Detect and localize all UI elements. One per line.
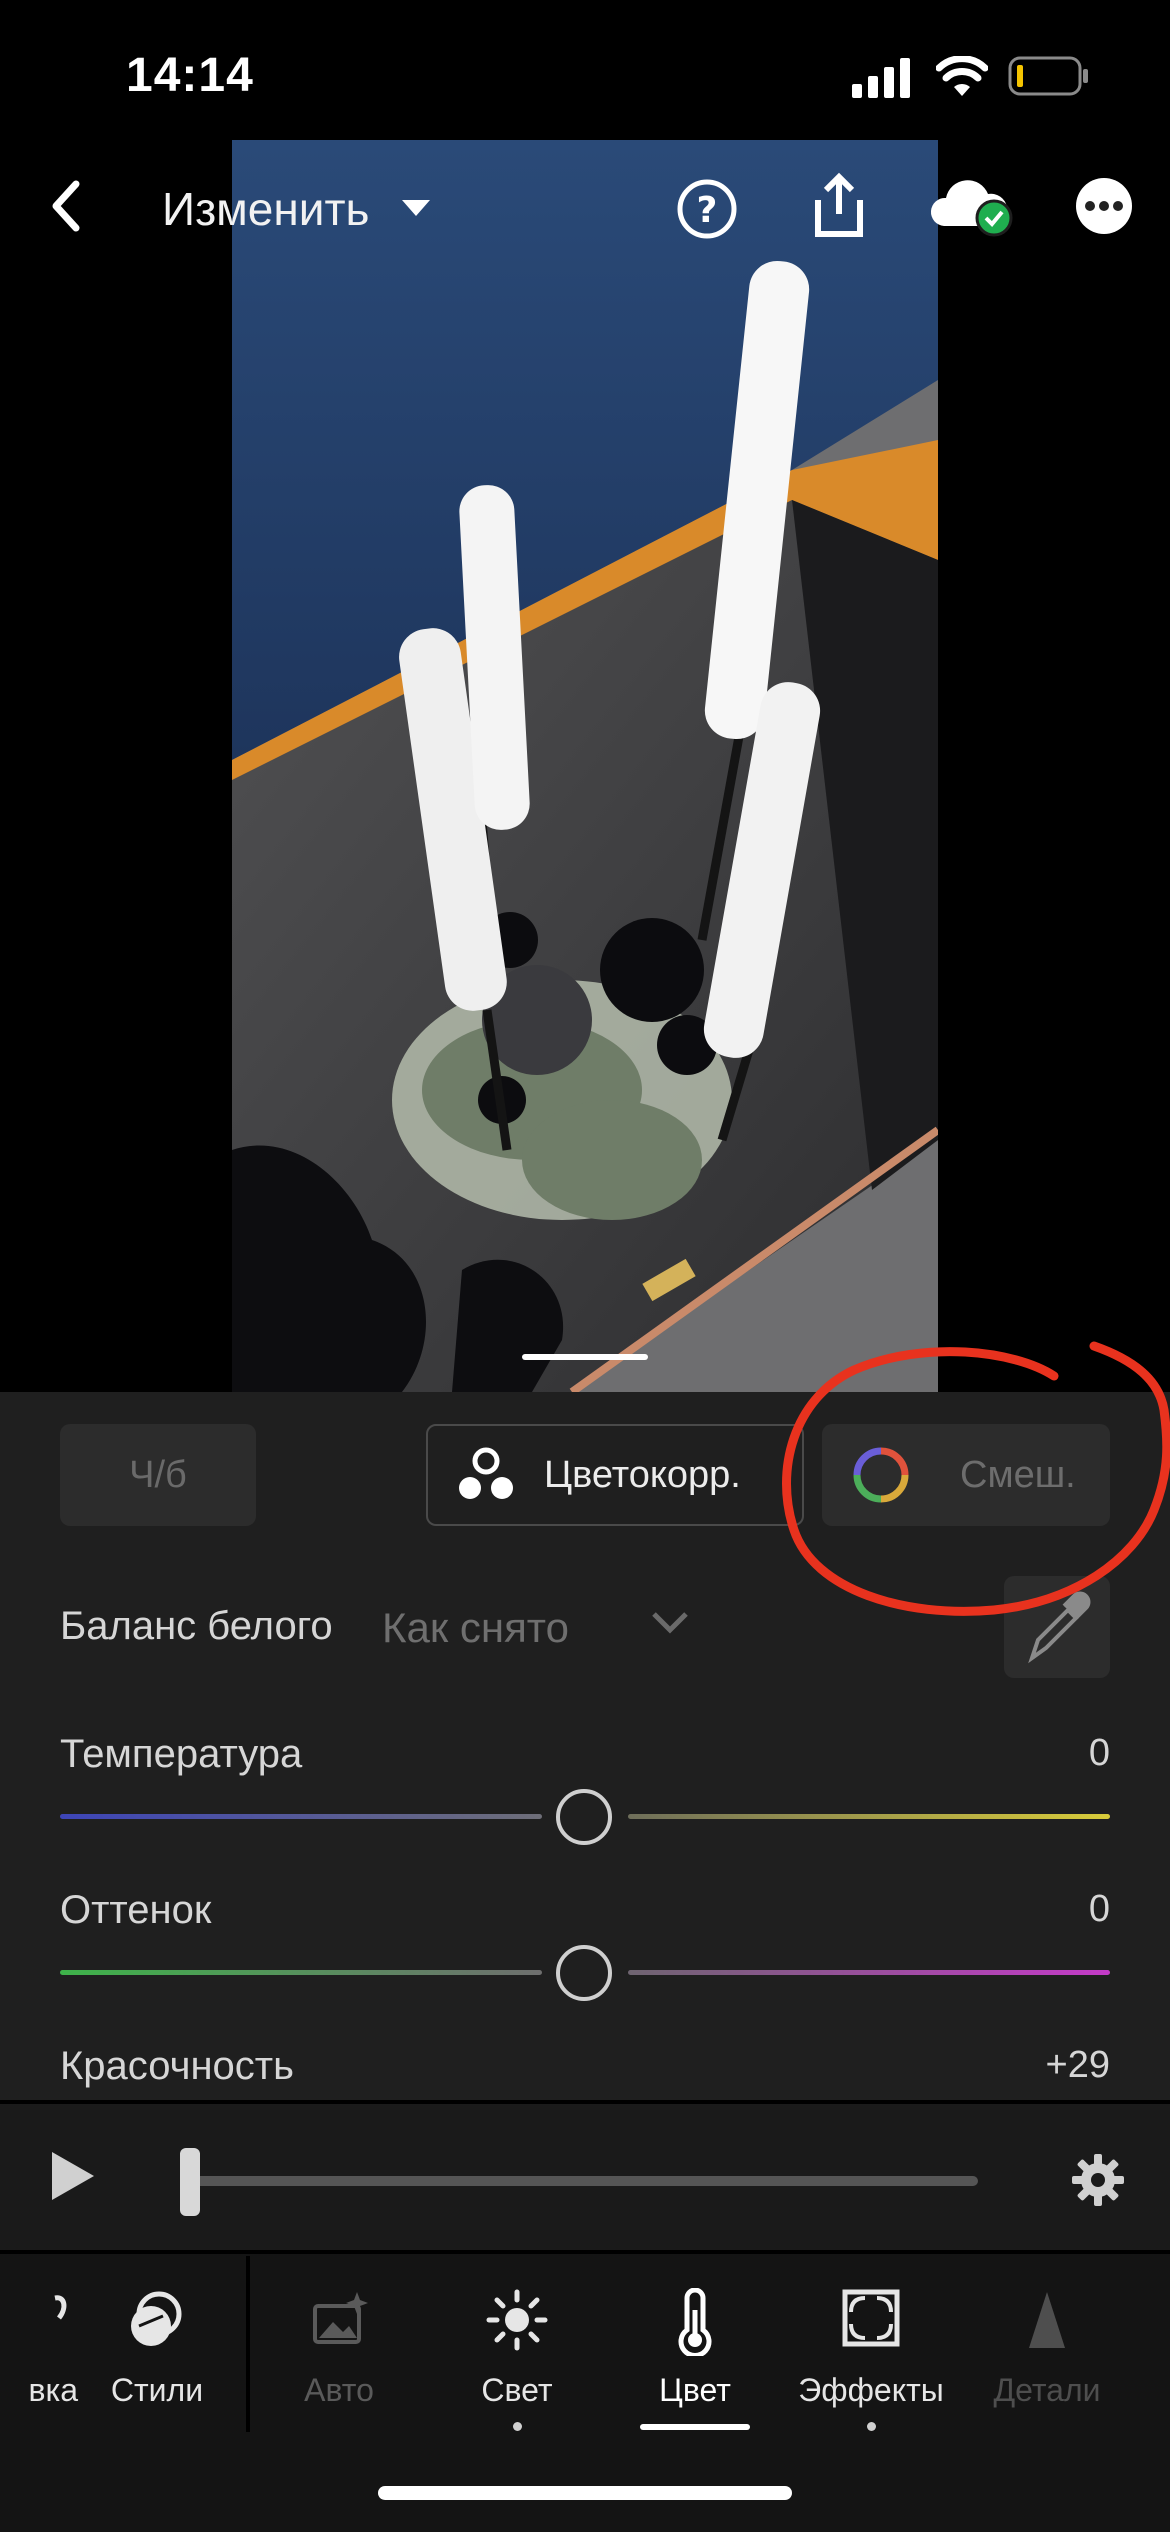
photo-preview[interactable] [232,140,938,1392]
share-icon[interactable] [808,170,870,240]
detail-icon [1025,2288,1069,2357]
color-grading-icon [456,1447,516,1503]
tint-slider-thumb[interactable] [556,1945,612,2001]
vibrance-value[interactable]: +29 [990,2044,1110,2087]
tint-label: Оттенок [60,1888,212,1932]
more-options-icon[interactable] [1074,176,1134,236]
svg-text:?: ? [697,190,718,231]
crop-icon [53,2288,73,2353]
gear-icon[interactable] [1070,2152,1126,2208]
auto-icon [307,2288,371,2357]
white-balance-dropdown[interactable]: Как снято [382,1604,569,1652]
play-icon[interactable] [48,2148,98,2204]
tint-track-right[interactable] [628,1970,1110,1975]
tabbar-divider [246,2256,250,2432]
white-balance-label: Баланс белого [60,1604,333,1648]
temperature-slider-thumb[interactable] [556,1789,612,1845]
active-tab-underline [640,2424,750,2430]
battery-icon [1008,56,1090,96]
playback-scrubber-handle[interactable] [180,2148,200,2216]
sun-icon [485,2288,549,2357]
modified-indicator-dot [867,2422,876,2431]
temperature-value[interactable]: 0 [990,1732,1110,1775]
color-grading-label: Цветокорр. [544,1453,741,1496]
video-playback-bar [0,2100,1170,2250]
tab-label: Детали [993,2372,1101,2408]
help-icon[interactable]: ? [676,178,738,240]
wifi-icon [935,55,989,98]
tint-value[interactable]: 0 [990,1888,1110,1931]
vibrance-label: Красочность [60,2044,294,2088]
back-button[interactable] [44,176,88,236]
temperature-label: Температура [60,1732,303,1776]
chevron-down-icon[interactable] [648,1606,692,1638]
status-time: 14:14 [126,49,254,102]
temperature-track-right[interactable] [628,1814,1110,1819]
modified-indicator-dot [513,2422,522,2431]
thermometer-icon [673,2287,717,2361]
cellular-signal-icon [852,58,912,98]
tab-label: Эффекты [798,2372,944,2408]
bw-button-label: Ч/б [129,1453,187,1496]
bw-button[interactable]: Ч/б [60,1424,256,1526]
annotation-circle [774,1340,1170,1630]
tab-label: Цвет [659,2372,731,2408]
edit-mode-title[interactable]: Изменить [162,182,370,236]
home-indicator [378,2486,792,2500]
chevron-down-icon[interactable] [398,196,434,220]
tint-track-left[interactable] [60,1970,542,1975]
tab-label: вка [28,2372,79,2408]
tab-label: Свет [481,2372,553,2408]
cloud-synced-icon[interactable] [928,178,1016,238]
vignette-icon [841,2288,901,2353]
presets-icon [125,2288,189,2357]
tab-label: Стили [110,2372,204,2408]
temperature-track-left[interactable] [60,1814,542,1819]
playback-scrubber-track[interactable] [188,2176,978,2186]
color-grading-button[interactable]: Цветокорр. [426,1424,804,1526]
tab-label: Авто [304,2372,374,2408]
